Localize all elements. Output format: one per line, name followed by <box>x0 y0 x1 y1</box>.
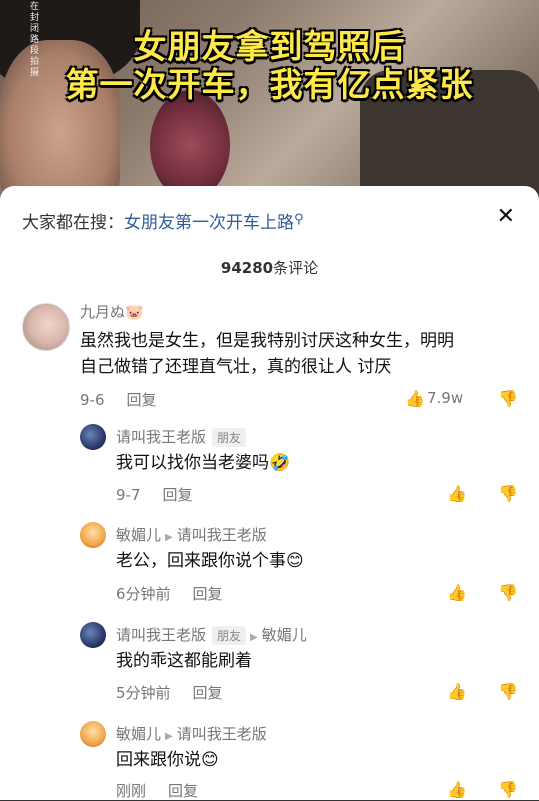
avatar[interactable] <box>80 424 106 450</box>
comment-count-suffix: 条评论 <box>273 259 319 277</box>
thumb-down-icon[interactable]: 👎 <box>498 682 518 701</box>
avatar[interactable] <box>80 622 106 648</box>
friend-tag: 朋友 <box>212 626 247 645</box>
comment-date: 9-6 <box>80 391 105 409</box>
reply-button[interactable]: 回复 <box>193 684 223 702</box>
reply-time: 6分钟前 <box>116 585 171 603</box>
thumb-up-icon[interactable]: 👍 <box>447 682 467 701</box>
reply-meta: 5分钟前 回复 <box>116 682 223 703</box>
reply-meta: 刚刚 回复 <box>116 780 198 801</box>
reply-meta: 9-7 回复 <box>116 484 193 505</box>
thumb-up-icon[interactable]: 👍 <box>447 583 467 602</box>
reply-author[interactable]: 敏媚儿 ▶ 请叫我王老版 <box>116 524 267 545</box>
comment-author[interactable]: 九月ぬ🐷 <box>80 301 144 322</box>
reply-text: 我的乖这都能刷着 <box>116 651 252 671</box>
steering-wheel <box>150 90 230 200</box>
thumb-up-icon[interactable]: 👍 <box>447 780 467 799</box>
search-suggestion[interactable]: 大家都在搜：女朋友第一次开车上路⚲ <box>22 208 304 233</box>
reply-button[interactable]: 回复 <box>193 585 223 603</box>
reply-arrow-icon: ▶ <box>250 632 258 643</box>
reply-author-name[interactable]: 敏媚儿 <box>116 526 161 544</box>
video-background[interactable]: 在封闭路段拍摄 女朋友拿到驾照后 第一次开车，我有亿点紧张 <box>0 0 539 200</box>
reply-time: 5分钟前 <box>116 684 171 702</box>
reply-author[interactable]: 请叫我王老版 朋友 ▶ 敏媚儿 <box>116 624 307 645</box>
avatar[interactable] <box>80 721 106 747</box>
reply-author-name[interactable]: 请叫我王老版 <box>116 626 206 644</box>
thumb-down-icon[interactable]: 👎 <box>498 780 518 799</box>
reply-to-name[interactable]: 敏媚儿 <box>262 626 307 644</box>
reply-button[interactable]: 回复 <box>168 782 198 800</box>
search-icon: ⚲ <box>294 212 304 227</box>
comment-count-number: 94280 <box>220 259 274 277</box>
comment-sheet: 大家都在搜：女朋友第一次开车上路⚲ ✕ 94280条评论 九月ぬ🐷 虽然我也是女… <box>0 186 539 800</box>
comment-text-line2: 自己做错了还理直气壮，真的很让人 讨厌 <box>80 357 392 377</box>
reply-author-name[interactable]: 敏媚儿 <box>116 725 161 743</box>
avatar[interactable] <box>22 303 70 351</box>
search-query-link[interactable]: 女朋友第一次开车上路 <box>124 213 294 233</box>
reply-arrow-icon: ▶ <box>165 731 173 742</box>
thumb-up-icon[interactable]: 👍 <box>447 484 467 503</box>
reply-author-name[interactable]: 请叫我王老版 <box>116 428 206 446</box>
thumb-up-icon[interactable]: 👍 <box>405 389 425 408</box>
avatar[interactable] <box>80 522 106 548</box>
thumb-down-icon[interactable]: 👎 <box>498 583 518 602</box>
reply-time: 刚刚 <box>116 782 147 800</box>
reply-button[interactable]: 回复 <box>127 391 157 409</box>
comment-text-line1: 虽然我也是女生，但是我特别讨厌这种女生，明明 <box>80 331 454 351</box>
reply-to-name[interactable]: 请叫我王老版 <box>177 725 267 743</box>
reply-button[interactable]: 回复 <box>163 486 193 504</box>
reply-text: 我可以找你当老婆吗🤣 <box>116 453 291 473</box>
close-icon[interactable]: ✕ <box>497 204 515 229</box>
reply-author[interactable]: 请叫我王老版 朋友 <box>116 426 247 447</box>
reply-text: 老公，回来跟你说个事😊 <box>116 551 304 571</box>
reply-to-name[interactable]: 请叫我王老版 <box>177 526 267 544</box>
reply-text: 回来跟你说😊 <box>116 750 219 770</box>
like-count: 7.9w <box>427 389 464 407</box>
search-prefix: 大家都在搜： <box>22 213 124 233</box>
friend-tag: 朋友 <box>212 428 247 447</box>
reply-meta: 6分钟前 回复 <box>116 583 223 604</box>
comment-count: 94280条评论 <box>0 257 539 278</box>
reply-time: 9-7 <box>116 486 141 504</box>
video-caption-line2: 第一次开车，我有亿点紧张 <box>65 65 474 104</box>
thumb-down-icon[interactable]: 👎 <box>498 389 518 408</box>
thumb-down-icon[interactable]: 👎 <box>498 484 518 503</box>
reply-author[interactable]: 敏媚儿 ▶ 请叫我王老版 <box>116 723 267 744</box>
comment-meta: 9-6 回复 <box>80 389 157 410</box>
reply-arrow-icon: ▶ <box>165 532 173 543</box>
